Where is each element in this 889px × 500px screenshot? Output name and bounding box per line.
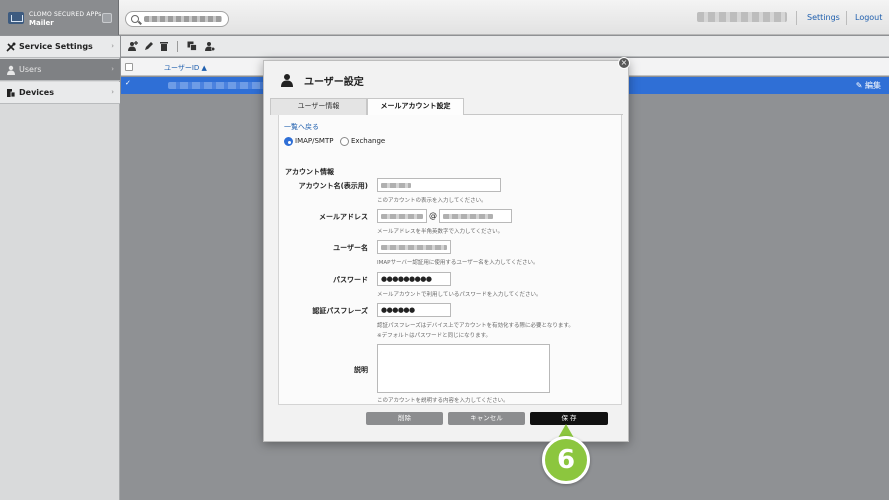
row-edit-link[interactable]: ✎ 編集 bbox=[856, 80, 881, 91]
mail-account-panel: 一覧へ戻る IMAP/SMTP Exchange アカウント情報 アカウント名(… bbox=[278, 115, 622, 405]
chevron-right-icon: › bbox=[111, 88, 114, 96]
cancel-button[interactable]: キャンセル bbox=[448, 412, 525, 425]
description-textarea[interactable] bbox=[377, 344, 550, 393]
top-header: CLOMO SECURED APPs Mailer Settings Logou… bbox=[0, 0, 889, 35]
password-field[interactable]: ●●●●●●●●● bbox=[377, 272, 451, 286]
dialog-title: ユーザー設定 bbox=[304, 77, 364, 88]
password-value: ●●●●●●●●● bbox=[381, 275, 432, 283]
radio-exchange[interactable] bbox=[340, 137, 349, 146]
section-title: アカウント情報 bbox=[285, 168, 334, 176]
user-name-redacted bbox=[697, 12, 787, 22]
user-settings-dialog: ユーザー設定 ユーザー情報 メールアカウント設定 一覧へ戻る IMAP/SMTP… bbox=[263, 60, 629, 442]
radio-imap-label: IMAP/SMTP bbox=[295, 137, 334, 145]
search-input[interactable] bbox=[125, 11, 229, 27]
email-domain-field[interactable] bbox=[439, 209, 512, 223]
mail-icon bbox=[8, 12, 24, 24]
email-local-field[interactable] bbox=[377, 209, 427, 223]
copy-icon[interactable] bbox=[187, 41, 197, 51]
user-icon bbox=[281, 74, 293, 87]
passphrase-value: ●●●●●● bbox=[381, 306, 415, 314]
username-hint: IMAPサーバー認証用に使用するユーザー名を入力してください。 bbox=[377, 260, 539, 266]
user-settings-icon[interactable] bbox=[205, 41, 215, 51]
email-domain-redacted bbox=[443, 214, 493, 219]
header-divider bbox=[796, 11, 797, 25]
sidebar-item-label: Devices bbox=[19, 88, 54, 97]
account-name-hint: このアカウントの表示を入力してください。 bbox=[377, 198, 487, 204]
column-header-userid[interactable]: ユーザーID ▲ bbox=[164, 63, 207, 73]
settings-link[interactable]: Settings bbox=[807, 13, 840, 22]
password-label: パスワード bbox=[333, 276, 368, 284]
step-number-badge: 6 bbox=[542, 436, 590, 484]
toolbar-divider bbox=[177, 41, 178, 52]
username-label: ユーザー名 bbox=[333, 244, 368, 252]
select-all-checkbox[interactable] bbox=[125, 63, 133, 71]
trash-icon[interactable] bbox=[159, 41, 169, 51]
header-divider bbox=[846, 11, 847, 25]
username-field[interactable] bbox=[377, 240, 451, 254]
toolbar bbox=[121, 36, 889, 57]
passphrase-default-note: ※デフォルトはパスワードと同じになります。 bbox=[377, 333, 492, 339]
tab-mail-account[interactable]: メールアカウント設定 bbox=[367, 98, 464, 116]
sidebar-item-service-settings[interactable]: Service Settings › bbox=[0, 36, 120, 58]
email-local-redacted bbox=[381, 214, 423, 219]
search-value-redacted bbox=[144, 16, 222, 22]
passphrase-hint: 認証パスフレーズはデバイス上でアカウントを有効化する際に必要となります。 bbox=[377, 323, 574, 329]
delete-button[interactable]: 削除 bbox=[366, 412, 443, 425]
row-checkbox[interactable]: ✓ bbox=[125, 79, 131, 87]
username-redacted bbox=[381, 245, 447, 250]
sidebar-item-label: Users bbox=[19, 65, 42, 74]
chevron-right-icon: › bbox=[111, 65, 114, 73]
sidebar-item-devices[interactable]: Devices › bbox=[0, 82, 120, 104]
chevron-right-icon: › bbox=[111, 42, 114, 50]
description-label: 説明 bbox=[354, 366, 368, 374]
description-hint: このアカウントを説明する内容を入力してください。 bbox=[377, 398, 509, 404]
email-hint: メールアドレスを半角英数字で入力してください。 bbox=[377, 229, 504, 235]
product-name: Mailer bbox=[29, 19, 54, 27]
tab-user-info[interactable]: ユーザー情報 bbox=[270, 98, 367, 115]
email-label: メールアドレス bbox=[319, 213, 368, 221]
logout-link[interactable]: Logout bbox=[855, 13, 882, 22]
account-name-field[interactable] bbox=[377, 178, 501, 192]
account-name-redacted bbox=[381, 183, 411, 188]
dialog-tabs: ユーザー情報 メールアカウント設定 bbox=[270, 97, 623, 116]
wrench-screwdriver-icon bbox=[6, 42, 16, 52]
brand-name: CLOMO SECURED APPs bbox=[29, 11, 102, 18]
passphrase-field[interactable]: ●●●●●● bbox=[377, 303, 451, 317]
app-switch-icon[interactable] bbox=[102, 13, 112, 23]
sidebar-item-label: Service Settings bbox=[19, 42, 93, 51]
sidebar-item-users[interactable]: Users › bbox=[0, 59, 120, 81]
add-user-icon[interactable] bbox=[128, 41, 138, 51]
email-at-sign: @ bbox=[429, 211, 437, 220]
close-icon[interactable]: × bbox=[618, 57, 630, 69]
radio-exchange-label: Exchange bbox=[351, 137, 386, 145]
edit-icon[interactable] bbox=[144, 41, 154, 51]
radio-imap-smtp[interactable] bbox=[284, 137, 293, 146]
app-logo-area: CLOMO SECURED APPs Mailer bbox=[0, 0, 119, 35]
devices-icon bbox=[7, 89, 16, 98]
user-icon bbox=[7, 65, 15, 75]
sidebar: Service Settings › Users › Devices › bbox=[0, 36, 120, 500]
password-hint: メールアカウントで利用しているパスワードを入力してください。 bbox=[377, 292, 542, 298]
search-icon bbox=[131, 15, 139, 23]
back-to-list-link[interactable]: 一覧へ戻る bbox=[284, 122, 319, 132]
account-name-label: アカウント名(表示用) bbox=[298, 182, 368, 190]
passphrase-label: 認証パスフレーズ bbox=[312, 307, 368, 315]
